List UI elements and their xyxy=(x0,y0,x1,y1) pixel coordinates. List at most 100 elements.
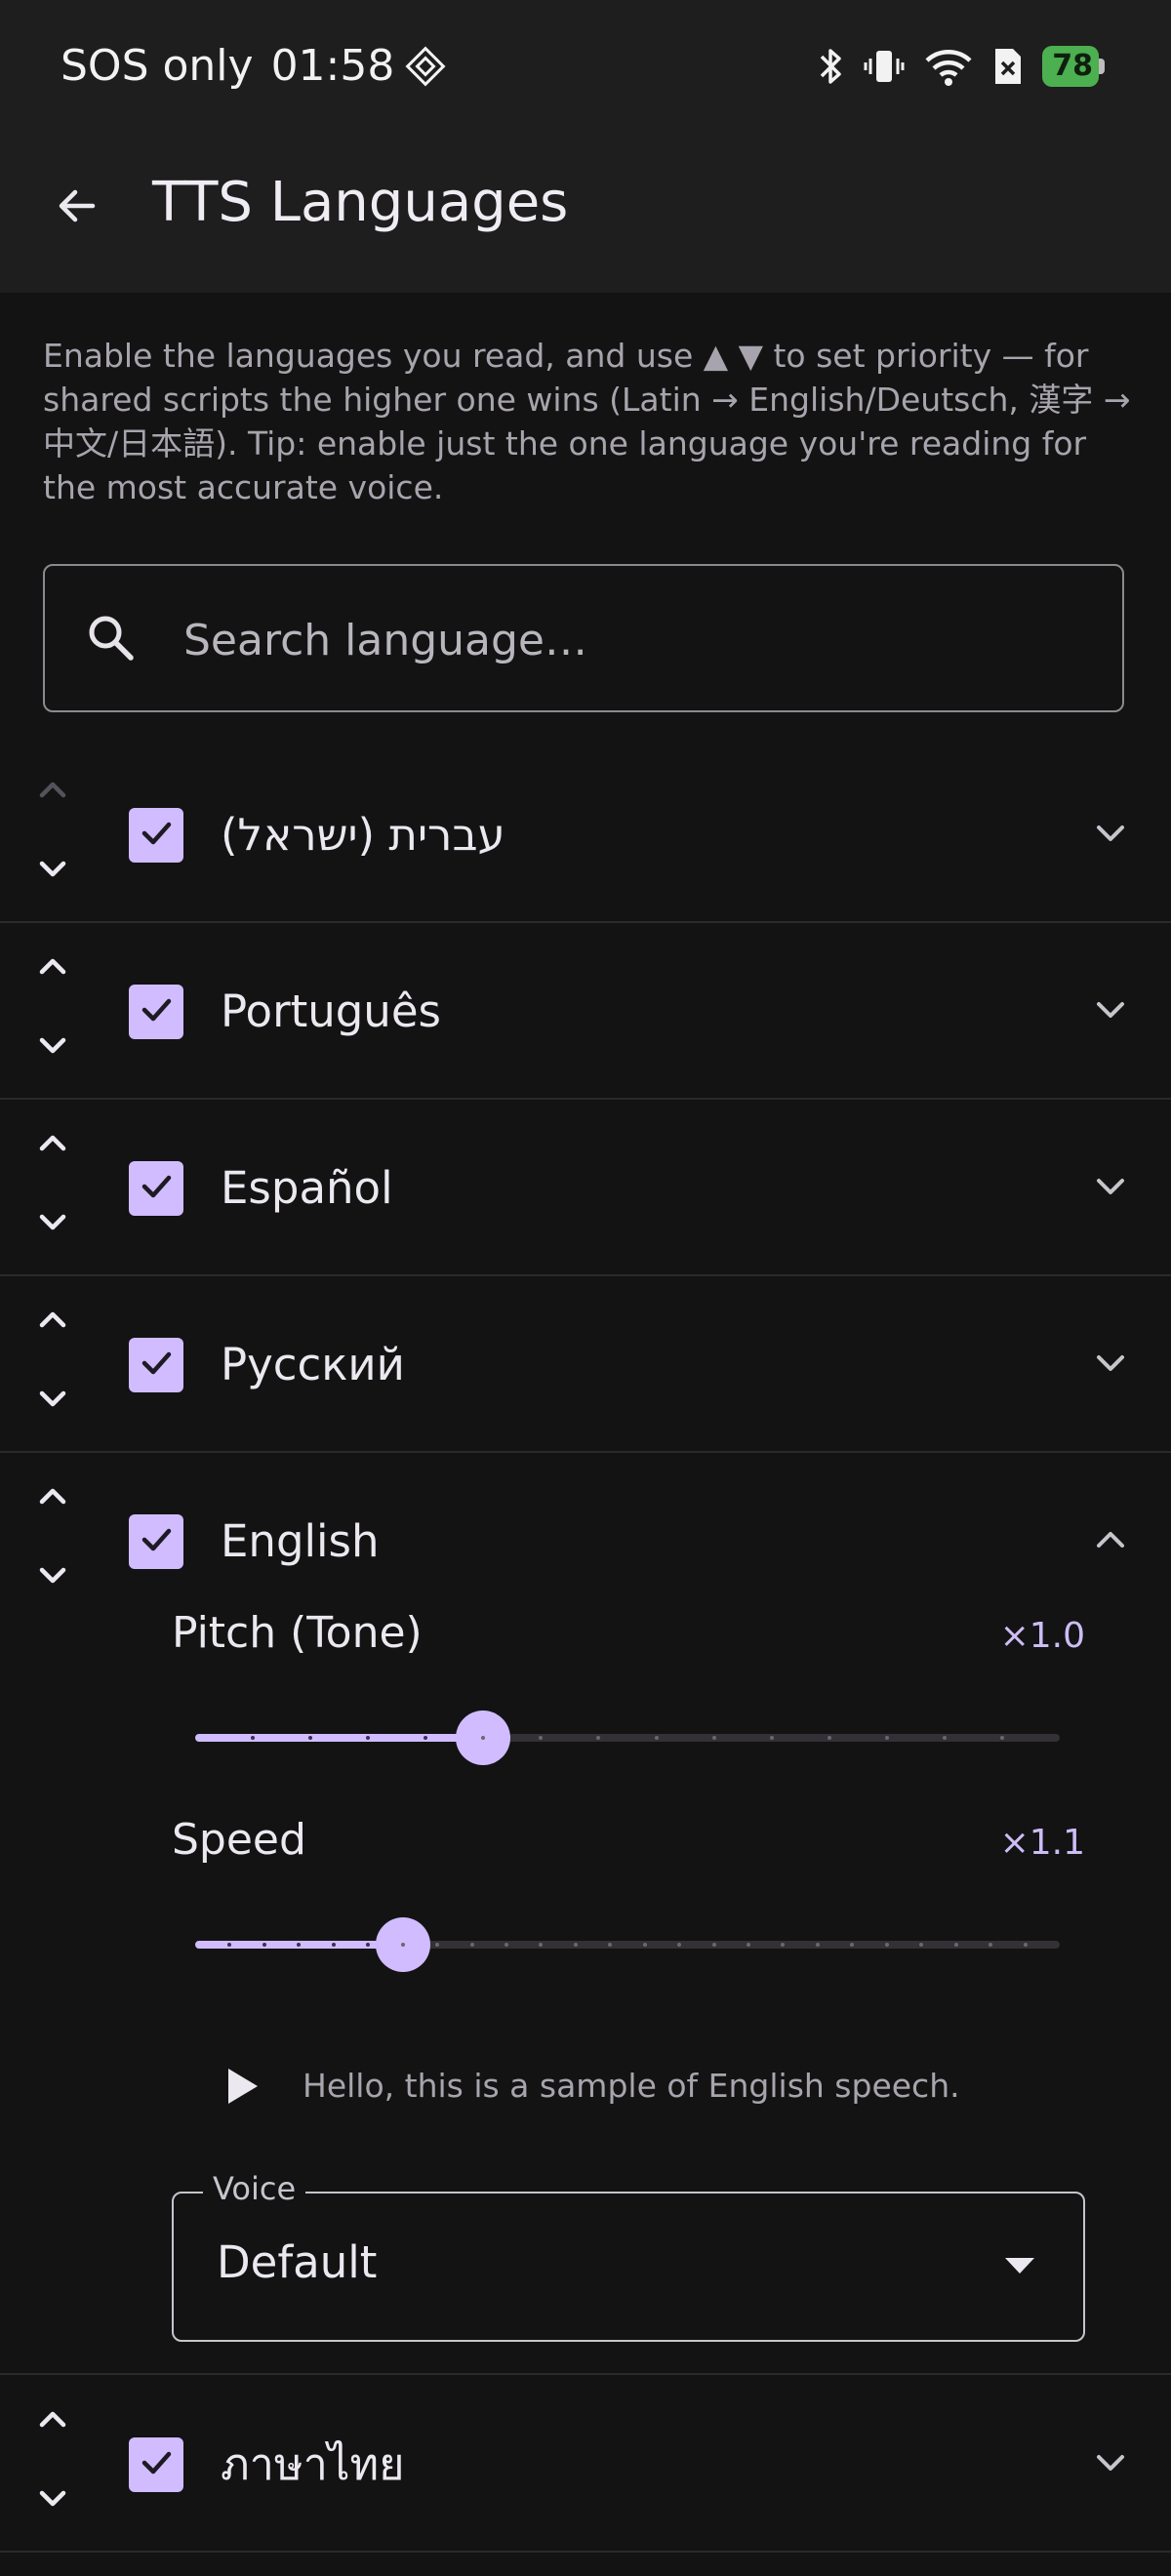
language-row: Português xyxy=(0,924,1171,1100)
move-up-button[interactable] xyxy=(25,942,80,996)
move-up-button[interactable] xyxy=(25,1295,80,1349)
search-icon xyxy=(84,611,139,669)
language-name: Русский xyxy=(221,1339,405,1390)
chevron-down-icon xyxy=(33,1555,72,1598)
chevron-down-icon xyxy=(33,1379,72,1422)
slider-tick xyxy=(942,1736,947,1740)
sample-text: Hello, this is a sample of English speec… xyxy=(303,2067,960,2105)
slider-tick xyxy=(747,1943,751,1947)
move-down-button[interactable] xyxy=(25,1020,80,1074)
language-name: Português xyxy=(221,986,441,1037)
language-checkbox[interactable] xyxy=(129,985,183,1039)
language-row: עברית (ישראל) xyxy=(0,747,1171,923)
move-up-button[interactable] xyxy=(25,2395,80,2449)
dropdown-arrow-icon xyxy=(1005,2258,1034,2279)
status-right: 78 xyxy=(816,45,1105,88)
slider-tick xyxy=(711,1943,716,1947)
language-row: ภาษาไทย xyxy=(0,2377,1171,2553)
search-input[interactable] xyxy=(182,605,1064,675)
move-up-button[interactable] xyxy=(25,1118,80,1173)
language-row: Русский xyxy=(0,1277,1171,1453)
battery-indicator: 78 xyxy=(1042,46,1105,87)
battery-level: 78 xyxy=(1042,46,1099,87)
slider-tick xyxy=(999,1736,1004,1740)
check-icon xyxy=(137,2443,176,2486)
check-icon xyxy=(137,1167,176,1210)
voice-label: Voice xyxy=(203,2170,306,2207)
language-row: English xyxy=(0,1454,1171,1608)
pitch-slider[interactable] xyxy=(195,1708,1060,1766)
move-down-button[interactable] xyxy=(25,843,80,898)
expand-toggle-button[interactable] xyxy=(1079,2434,1142,2496)
expand-toggle-button[interactable] xyxy=(1079,804,1142,866)
expand-toggle-button[interactable] xyxy=(1079,1334,1142,1396)
search-field[interactable] xyxy=(43,564,1124,712)
chevron-up-icon xyxy=(33,1301,72,1344)
bluetooth-icon xyxy=(816,45,845,88)
chevron-down-icon xyxy=(33,1202,72,1245)
move-down-button[interactable] xyxy=(25,1196,80,1251)
expand-toggle-button[interactable] xyxy=(1079,981,1142,1043)
language-name: Español xyxy=(221,1162,393,1214)
expand-toggle-button[interactable] xyxy=(1079,1157,1142,1220)
status-bar: SOS only 01:58 78 xyxy=(0,0,1171,137)
language-checkbox[interactable] xyxy=(129,1161,183,1216)
language-name: English xyxy=(221,1515,380,1567)
language-checkbox[interactable] xyxy=(129,2437,183,2492)
clock: 01:58 xyxy=(270,41,395,91)
speed-value: ×1.1 xyxy=(999,1823,1085,1863)
slider-tick xyxy=(884,1943,889,1947)
voice-value: Default xyxy=(217,2236,378,2288)
vibrate-icon xyxy=(863,45,906,88)
chevron-up-icon xyxy=(33,1124,72,1167)
chevron-up-icon xyxy=(1089,1518,1132,1565)
move-down-button[interactable] xyxy=(25,1550,80,1604)
check-icon xyxy=(137,990,176,1033)
expand-toggle-button[interactable] xyxy=(1079,1510,1142,1573)
slider-tick xyxy=(573,1943,578,1947)
back-button[interactable] xyxy=(43,172,111,240)
play-sample-button[interactable] xyxy=(213,2057,271,2115)
slider-tick xyxy=(953,1943,958,1947)
intro-help-text: Enable the languages you read, and use ▲… xyxy=(43,337,1131,506)
arrow-back-icon xyxy=(59,189,96,222)
status-left: SOS only 01:58 xyxy=(61,41,447,91)
chevron-down-icon xyxy=(1089,988,1132,1035)
slider-fill xyxy=(195,1734,484,1742)
slider-tick xyxy=(769,1736,774,1740)
move-down-button[interactable] xyxy=(25,2473,80,2527)
chevron-up-icon xyxy=(33,771,72,814)
move-up-button[interactable] xyxy=(25,1471,80,1526)
chevron-down-icon xyxy=(33,849,72,892)
move-down-button[interactable] xyxy=(25,1373,80,1428)
chevron-down-icon xyxy=(1089,1165,1132,1212)
slider-tick xyxy=(711,1736,716,1740)
chevron-down-icon xyxy=(1089,812,1132,859)
chevron-down-icon xyxy=(1089,2441,1132,2488)
voice-dropdown[interactable]: Voice Default xyxy=(172,2170,1085,2342)
battery-nub xyxy=(1099,59,1105,74)
pitch-label: Pitch (Tone) xyxy=(172,1608,423,1658)
speed-label: Speed xyxy=(172,1815,306,1865)
play-icon xyxy=(228,2069,258,2104)
slider-tick xyxy=(642,1943,647,1947)
page-title: TTS Languages xyxy=(152,171,569,234)
chevron-down-icon xyxy=(33,2478,72,2521)
language-checkbox[interactable] xyxy=(129,808,183,863)
speed-slider[interactable] xyxy=(195,1914,1060,1973)
language-name: ภาษาไทย xyxy=(221,2438,405,2490)
chevron-down-icon xyxy=(1089,1342,1132,1389)
language-checkbox[interactable] xyxy=(129,1514,183,1569)
app-bar: TTS Languages xyxy=(0,137,1171,293)
language-checkbox[interactable] xyxy=(129,1338,183,1392)
no-sim-icon xyxy=(991,45,1025,88)
language-row: Español xyxy=(0,1101,1171,1276)
check-icon xyxy=(137,1344,176,1387)
app-notification-icon xyxy=(404,45,447,88)
slider-tick xyxy=(400,1943,405,1947)
slider-tick xyxy=(654,1736,659,1740)
pitch-value: ×1.0 xyxy=(999,1616,1085,1656)
move-up-button[interactable] xyxy=(25,765,80,820)
chevron-up-icon xyxy=(33,947,72,990)
slider-tick xyxy=(331,1943,336,1947)
